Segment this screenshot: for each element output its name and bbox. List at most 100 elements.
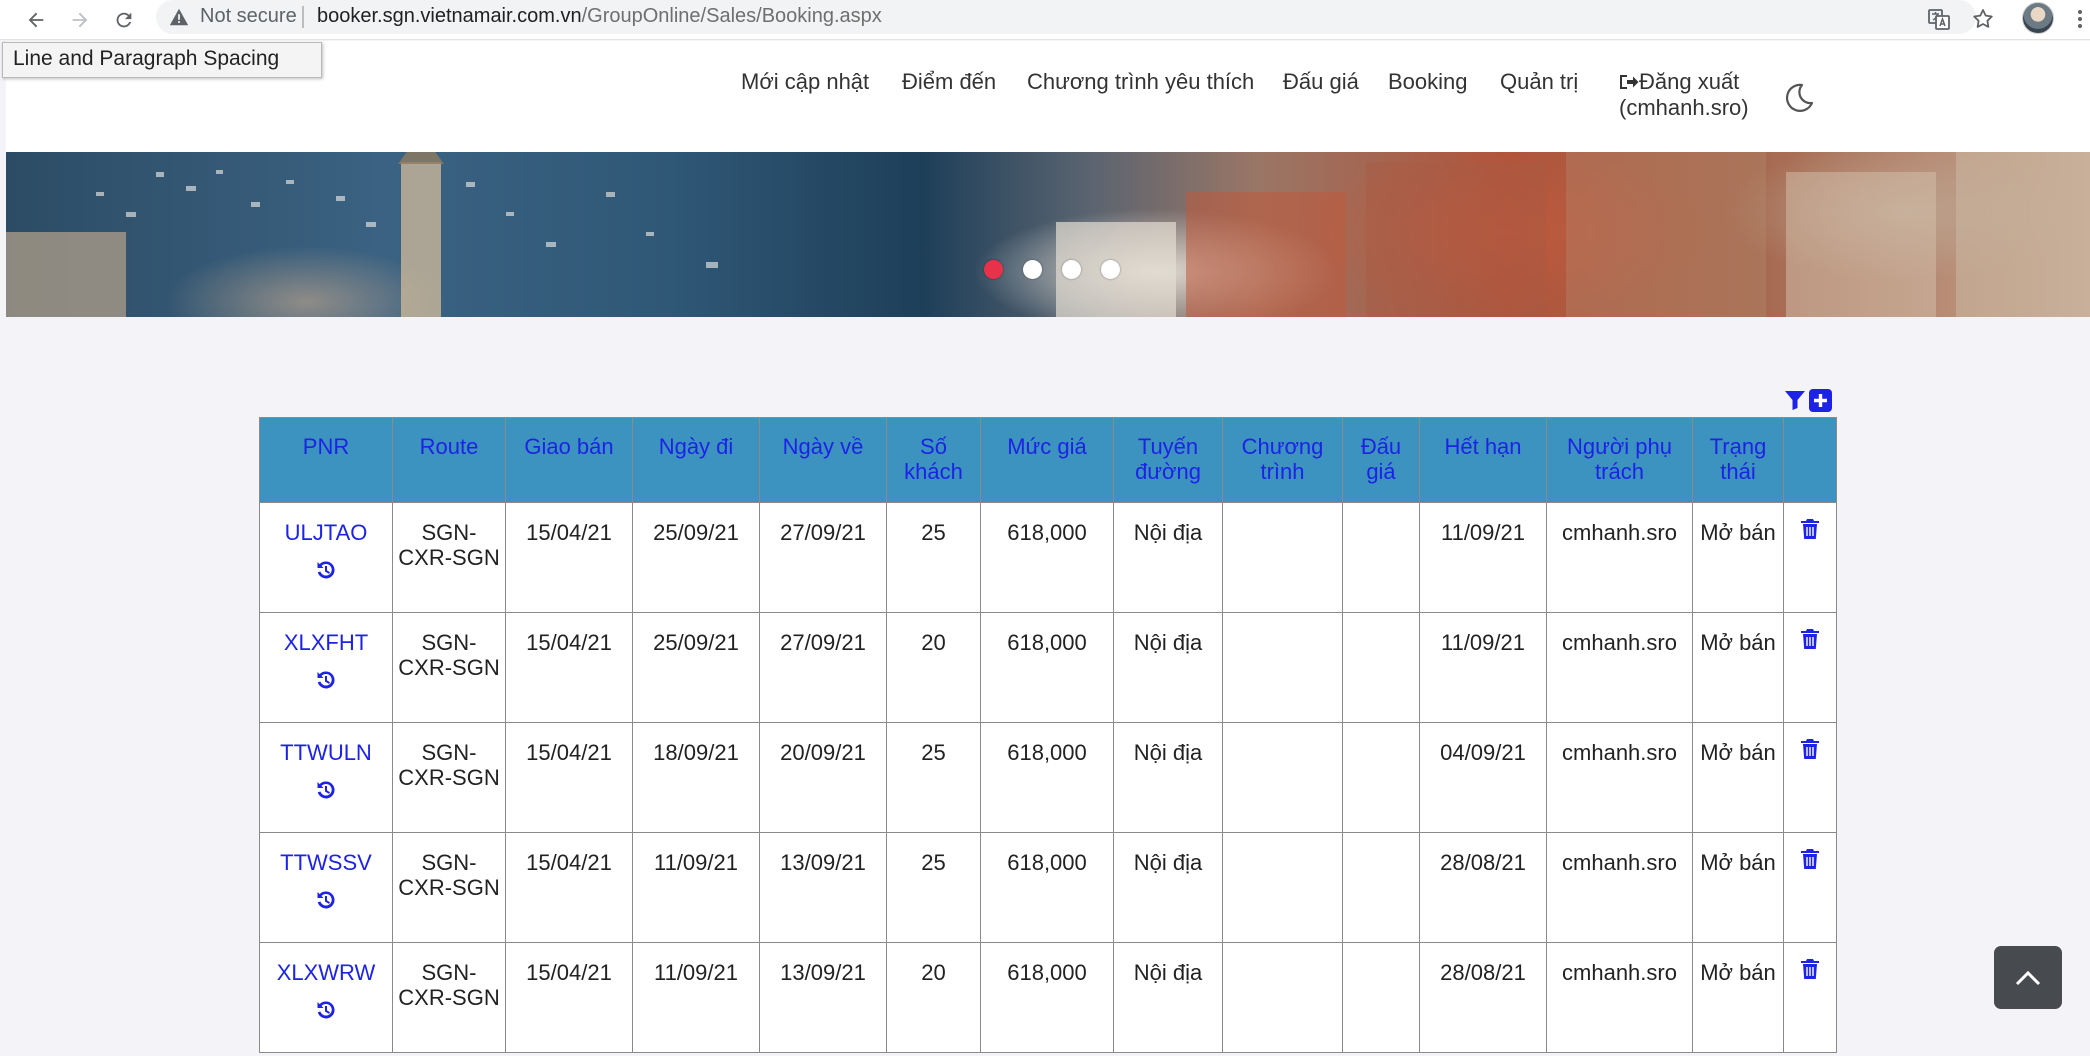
- cell-ngay-di: 25/09/21: [632, 502, 760, 613]
- cell-nguoi-phu-trach: cmhanh.sro: [1546, 722, 1693, 833]
- cell-tuyen-duong: Nội địa: [1113, 502, 1223, 613]
- table-header-row: PNR Route Giao bán Ngày đi Ngày về Số kh…: [259, 417, 1837, 503]
- cell-route: SGN-CXR-SGN: [392, 722, 506, 833]
- carousel-dot-2[interactable]: [1023, 260, 1042, 279]
- cell-route: SGN-CXR-SGN: [392, 502, 506, 613]
- pnr-link[interactable]: XLXWRW: [264, 960, 388, 985]
- history-icon[interactable]: [315, 999, 337, 1021]
- cell-pnr: TTWULN: [259, 722, 393, 833]
- cell-nguoi-phu-trach: cmhanh.sro: [1546, 832, 1693, 943]
- history-icon[interactable]: [315, 889, 337, 911]
- column-header-giao-ban[interactable]: Giao bán: [505, 417, 633, 503]
- table-row: XLXWRW SGN-CXR-SGN 15/04/21 11/09/21 13/…: [259, 942, 1837, 1053]
- address-bar[interactable]: Not secure booker.sgn.vietnamair.com.vn/…: [156, 0, 1976, 34]
- cell-dau-gia: [1342, 832, 1420, 943]
- column-header-actions: [1783, 417, 1837, 503]
- cell-ngay-ve: 27/09/21: [759, 612, 887, 723]
- column-header-muc-gia[interactable]: Mức giá: [980, 417, 1114, 503]
- moon-icon[interactable]: [1782, 81, 1816, 115]
- cell-chuong-trinh: [1222, 722, 1343, 833]
- cell-muc-gia: 618,000: [980, 722, 1114, 833]
- warning-triangle-icon: [169, 8, 189, 26]
- column-header-route[interactable]: Route: [392, 417, 506, 503]
- cell-chuong-trinh: [1222, 502, 1343, 613]
- cell-nguoi-phu-trach: cmhanh.sro: [1546, 612, 1693, 723]
- table-row: TTWSSV SGN-CXR-SGN 15/04/21 11/09/21 13/…: [259, 832, 1837, 943]
- cell-so-khach: 25: [886, 832, 981, 943]
- history-icon[interactable]: [315, 669, 337, 691]
- history-icon[interactable]: [315, 559, 337, 581]
- nav-item-moi-cap-nhat[interactable]: Mới cập nhật: [741, 69, 869, 95]
- cell-pnr: XLXFHT: [259, 612, 393, 723]
- cell-tuyen-duong: Nội địa: [1113, 722, 1223, 833]
- nav-item-diem-den[interactable]: Điểm đến: [902, 69, 996, 95]
- cell-chuong-trinh: [1222, 942, 1343, 1053]
- column-header-so-khach[interactable]: Số khách: [886, 417, 981, 503]
- scroll-to-top-button[interactable]: [1994, 946, 2062, 1009]
- cell-route: SGN-CXR-SGN: [392, 832, 506, 943]
- column-header-pnr[interactable]: PNR: [259, 417, 393, 503]
- pnr-link[interactable]: TTWULN: [264, 740, 388, 765]
- cell-ngay-di: 25/09/21: [632, 612, 760, 723]
- column-header-nguoi-phu-trach[interactable]: Người phụ trách: [1546, 417, 1693, 503]
- trash-icon[interactable]: [1800, 848, 1820, 870]
- star-icon[interactable]: [1968, 4, 1998, 34]
- cell-tuyen-duong: Nội địa: [1113, 832, 1223, 943]
- trash-icon[interactable]: [1800, 738, 1820, 760]
- table-row: TTWULN SGN-CXR-SGN 15/04/21 18/09/21 20/…: [259, 722, 1837, 833]
- profile-avatar[interactable]: [2022, 2, 2054, 34]
- filter-icon[interactable]: [1784, 389, 1806, 411]
- column-header-ngay-ve[interactable]: Ngày về: [759, 417, 887, 503]
- trash-icon[interactable]: [1800, 628, 1820, 650]
- cell-nguoi-phu-trach: cmhanh.sro: [1546, 502, 1693, 613]
- column-header-dau-gia[interactable]: Đấu giá: [1342, 417, 1420, 503]
- tooltip: Line and Paragraph Spacing: [2, 42, 322, 78]
- cell-muc-gia: 618,000: [980, 612, 1114, 723]
- cell-muc-gia: 618,000: [980, 832, 1114, 943]
- pnr-link[interactable]: TTWSSV: [264, 850, 388, 875]
- column-header-het-han[interactable]: Hết hạn: [1419, 417, 1547, 503]
- plus-square-icon[interactable]: [1808, 388, 1833, 413]
- cell-actions: [1783, 722, 1837, 833]
- column-header-ngay-di[interactable]: Ngày đi: [632, 417, 760, 503]
- column-header-trang-thai[interactable]: Trạng thái: [1692, 417, 1784, 503]
- cell-trang-thai: Mở bán: [1692, 612, 1784, 723]
- cell-trang-thai: Mở bán: [1692, 502, 1784, 613]
- cell-het-han: 11/09/21: [1419, 502, 1547, 613]
- carousel-dot-3[interactable]: [1062, 260, 1081, 279]
- translate-icon[interactable]: [1924, 4, 1954, 34]
- nav-item-quan-tri[interactable]: Quản trị: [1500, 69, 1578, 95]
- nav-item-chuong-trinh-yeu-thich[interactable]: Chương trình yêu thích: [1027, 69, 1254, 95]
- back-icon[interactable]: [20, 4, 52, 36]
- nav-item-dau-gia[interactable]: Đấu giá: [1283, 69, 1359, 95]
- cell-dau-gia: [1342, 722, 1420, 833]
- history-icon[interactable]: [315, 779, 337, 801]
- booking-table: PNR Route Giao bán Ngày đi Ngày về Số kh…: [259, 417, 1837, 1053]
- column-header-tuyen-duong[interactable]: Tuyến đường: [1113, 417, 1223, 503]
- banner-image: [6, 152, 2090, 317]
- url-host: booker.sgn.vietnamair.com.vn: [317, 5, 582, 27]
- nav-item-booking[interactable]: Booking: [1388, 69, 1468, 95]
- logout-username: (cmhanh.sro): [1619, 95, 1749, 120]
- logout-link[interactable]: Đăng xuất (cmhanh.sro): [1619, 69, 1749, 121]
- cell-ngay-di: 11/09/21: [632, 832, 760, 943]
- forward-icon[interactable]: [64, 4, 96, 36]
- cell-pnr: ULJTAO: [259, 502, 393, 613]
- trash-icon[interactable]: [1800, 518, 1820, 540]
- cell-route: SGN-CXR-SGN: [392, 612, 506, 723]
- pnr-link[interactable]: XLXFHT: [264, 630, 388, 655]
- cell-ngay-ve: 13/09/21: [759, 942, 887, 1053]
- cell-pnr: TTWSSV: [259, 832, 393, 943]
- cell-muc-gia: 618,000: [980, 502, 1114, 613]
- cell-actions: [1783, 612, 1837, 723]
- reload-icon[interactable]: [108, 4, 140, 36]
- cell-ngay-di: 18/09/21: [632, 722, 760, 833]
- column-header-chuong-trinh[interactable]: Chương trình: [1222, 417, 1343, 503]
- carousel-dot-4[interactable]: [1101, 260, 1120, 279]
- kebab-menu-icon[interactable]: [2070, 4, 2090, 34]
- table-row: XLXFHT SGN-CXR-SGN 15/04/21 25/09/21 27/…: [259, 612, 1837, 723]
- cell-ngay-ve: 13/09/21: [759, 832, 887, 943]
- pnr-link[interactable]: ULJTAO: [264, 520, 388, 545]
- carousel-dot-1[interactable]: [984, 260, 1003, 279]
- trash-icon[interactable]: [1800, 958, 1820, 980]
